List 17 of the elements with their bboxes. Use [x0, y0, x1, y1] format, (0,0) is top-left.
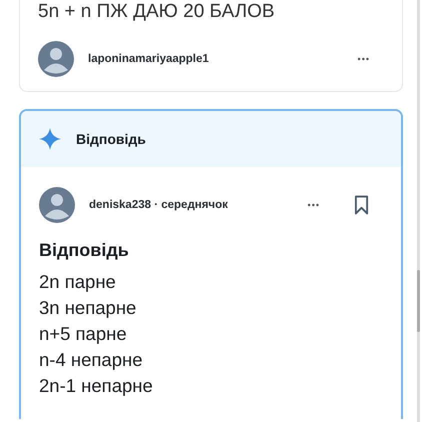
sparkle-icon	[39, 128, 61, 150]
bookmark-icon[interactable]	[354, 195, 369, 215]
more-options-button[interactable]: •••	[308, 200, 320, 210]
answer-heading: Відповідь	[38, 240, 130, 261]
answer-card-title: Відповідь	[76, 131, 146, 147]
question-text: 5n + n ПЖ ДАЮ 20 БАЛОВ	[38, 0, 276, 23]
answer-line: 2n-1 непарне	[39, 374, 154, 398]
username[interactable]: deniska238 · середнячок	[89, 199, 228, 211]
more-options-button[interactable]: •••	[358, 54, 370, 64]
username[interactable]: laponinamariyaapple1	[88, 53, 209, 65]
answer-line: 3n непарне	[39, 296, 138, 320]
avatar-icon[interactable]	[38, 41, 74, 77]
answer-line: n+5 парне	[39, 322, 128, 346]
answer-line: n-4 непарне	[39, 348, 144, 372]
answer-line: 2n парне	[39, 270, 117, 294]
scrollbar[interactable]	[417, 0, 420, 422]
avatar-icon[interactable]	[39, 187, 75, 223]
